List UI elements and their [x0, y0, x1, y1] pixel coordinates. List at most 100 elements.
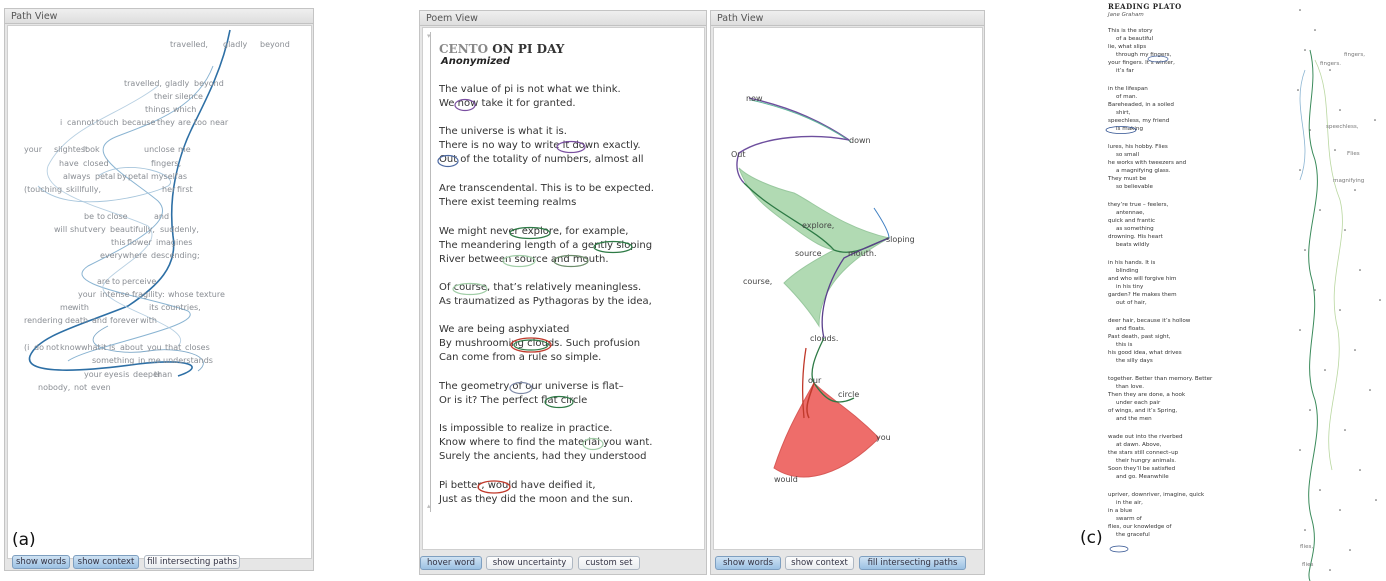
path-side-label: speechless,: [1326, 124, 1359, 130]
path-word: do: [34, 343, 44, 352]
path-word: closed: [83, 159, 109, 168]
path-word: understands: [163, 356, 213, 365]
path-word: they: [157, 118, 175, 127]
path-view-title: Path View: [711, 11, 984, 26]
path-word: everywhere: [100, 251, 148, 260]
path-word: me: [178, 145, 191, 154]
path-flows: [736, 97, 891, 478]
custom-set-button[interactable]: custom set: [578, 556, 640, 570]
path-word: forever: [110, 316, 139, 325]
path-word: to: [112, 277, 121, 286]
path-word: is: [109, 343, 116, 352]
path-word: are: [97, 277, 110, 286]
path-word: its: [149, 303, 159, 312]
hover-word-button[interactable]: hover word: [420, 556, 482, 570]
show-context-button[interactable]: show context: [73, 555, 139, 569]
show-uncertainty-button[interactable]: show uncertainty: [486, 556, 573, 570]
path-side-label: fingers,: [1344, 52, 1366, 58]
path-word: beautifully,: [110, 225, 155, 234]
path-word: which: [173, 105, 197, 114]
path-word: imagines: [156, 238, 193, 247]
path-word: whose: [168, 290, 194, 299]
path-word: petal: [95, 172, 116, 181]
path-word: beyond: [260, 40, 290, 49]
path-view-canvas: travelled, gladly beyond travelled, glad…: [7, 25, 312, 559]
path-word: not: [74, 383, 88, 392]
word-highlight-ovals: [437, 98, 633, 494]
path-word: perceive: [122, 277, 157, 286]
path-label: course,: [743, 277, 773, 286]
path-label: our: [808, 376, 822, 385]
path-word: be: [84, 212, 94, 221]
path-word: to: [97, 212, 106, 221]
path-word: than: [154, 370, 173, 379]
path-word: near: [210, 118, 229, 127]
path-word: fragility:: [132, 290, 165, 299]
path-word: look: [83, 145, 100, 154]
path-word: know: [60, 343, 82, 352]
path-word: flower: [127, 238, 152, 247]
path-word: by: [117, 172, 127, 181]
path-side-label: magnifying: [1333, 178, 1365, 184]
path-label: Out: [731, 150, 746, 159]
path-word: cannot: [67, 118, 95, 127]
path-word: are: [178, 118, 191, 127]
path-word: descending;: [151, 251, 200, 260]
path-word: fingers,: [151, 159, 182, 168]
path-word: me: [148, 356, 161, 365]
path-label: circle: [838, 390, 860, 399]
poem-canvas: ▾ ▴ CENTO ON PI DAY Anonymized The value…: [422, 27, 705, 550]
path-word: have: [59, 159, 79, 168]
path-word: intense: [100, 290, 130, 299]
show-context-button[interactable]: show context: [785, 556, 854, 570]
path-side-label: flies: [1302, 562, 1314, 568]
path-word: this: [111, 238, 126, 247]
poem-view-title: Poem View: [420, 11, 706, 26]
path-view-panel-b: Path View now down Out explore, sloping …: [710, 10, 985, 575]
path-word: close: [107, 212, 128, 221]
reading-path-view: [1105, 9, 1381, 581]
path-word: something: [92, 356, 135, 365]
path-word: even: [91, 383, 111, 392]
path-word: is: [123, 370, 130, 379]
path-word: will: [54, 225, 68, 234]
fill-intersecting-paths-button[interactable]: fill intersecting paths: [859, 556, 966, 570]
path-word: touch: [96, 118, 119, 127]
poem-view-panel: Poem View ▾ ▴ CENTO ON PI DAY Anonymized…: [419, 10, 707, 575]
path-word: death: [65, 316, 89, 325]
path-word: that: [165, 343, 182, 352]
path-word: petal: [128, 172, 149, 181]
path-label: would: [774, 475, 798, 484]
path-side-label: Flies: [1347, 151, 1360, 157]
path-label: mouth.: [848, 249, 877, 258]
path-word: and: [92, 316, 108, 325]
path-word: first: [177, 185, 193, 194]
path-word: suddenly,: [160, 225, 199, 234]
path-word: it: [101, 343, 107, 352]
path-word: countries,: [161, 303, 201, 312]
figure-tag-a: (a): [12, 530, 36, 550]
path-word: silence: [175, 92, 203, 101]
path-word: gladly: [223, 40, 248, 49]
path-word: not: [46, 343, 60, 352]
path-word: what: [81, 343, 101, 352]
path-word: (touching: [24, 185, 63, 194]
path-word: your: [84, 370, 102, 379]
path-word: (i: [24, 343, 30, 352]
path-label: now: [746, 94, 763, 103]
fill-intersecting-paths-button[interactable]: fill intersecting paths: [144, 555, 240, 569]
path-label: down: [849, 136, 871, 145]
path-label: explore,: [802, 221, 835, 230]
path-word: their: [154, 92, 173, 101]
path-word: because: [122, 118, 156, 127]
path-word: and: [154, 212, 170, 221]
path-view-title: Path View: [5, 9, 313, 24]
path-word: with: [72, 303, 89, 312]
path-word: i: [60, 118, 63, 127]
path-view-panel-a: Path View travelled, gladly beyond trave…: [4, 8, 314, 571]
path-word: as: [178, 172, 188, 181]
show-words-button[interactable]: show words: [12, 555, 70, 569]
path-word: shut: [70, 225, 88, 234]
path-word: your: [24, 145, 42, 154]
show-words-button[interactable]: show words: [715, 556, 781, 570]
